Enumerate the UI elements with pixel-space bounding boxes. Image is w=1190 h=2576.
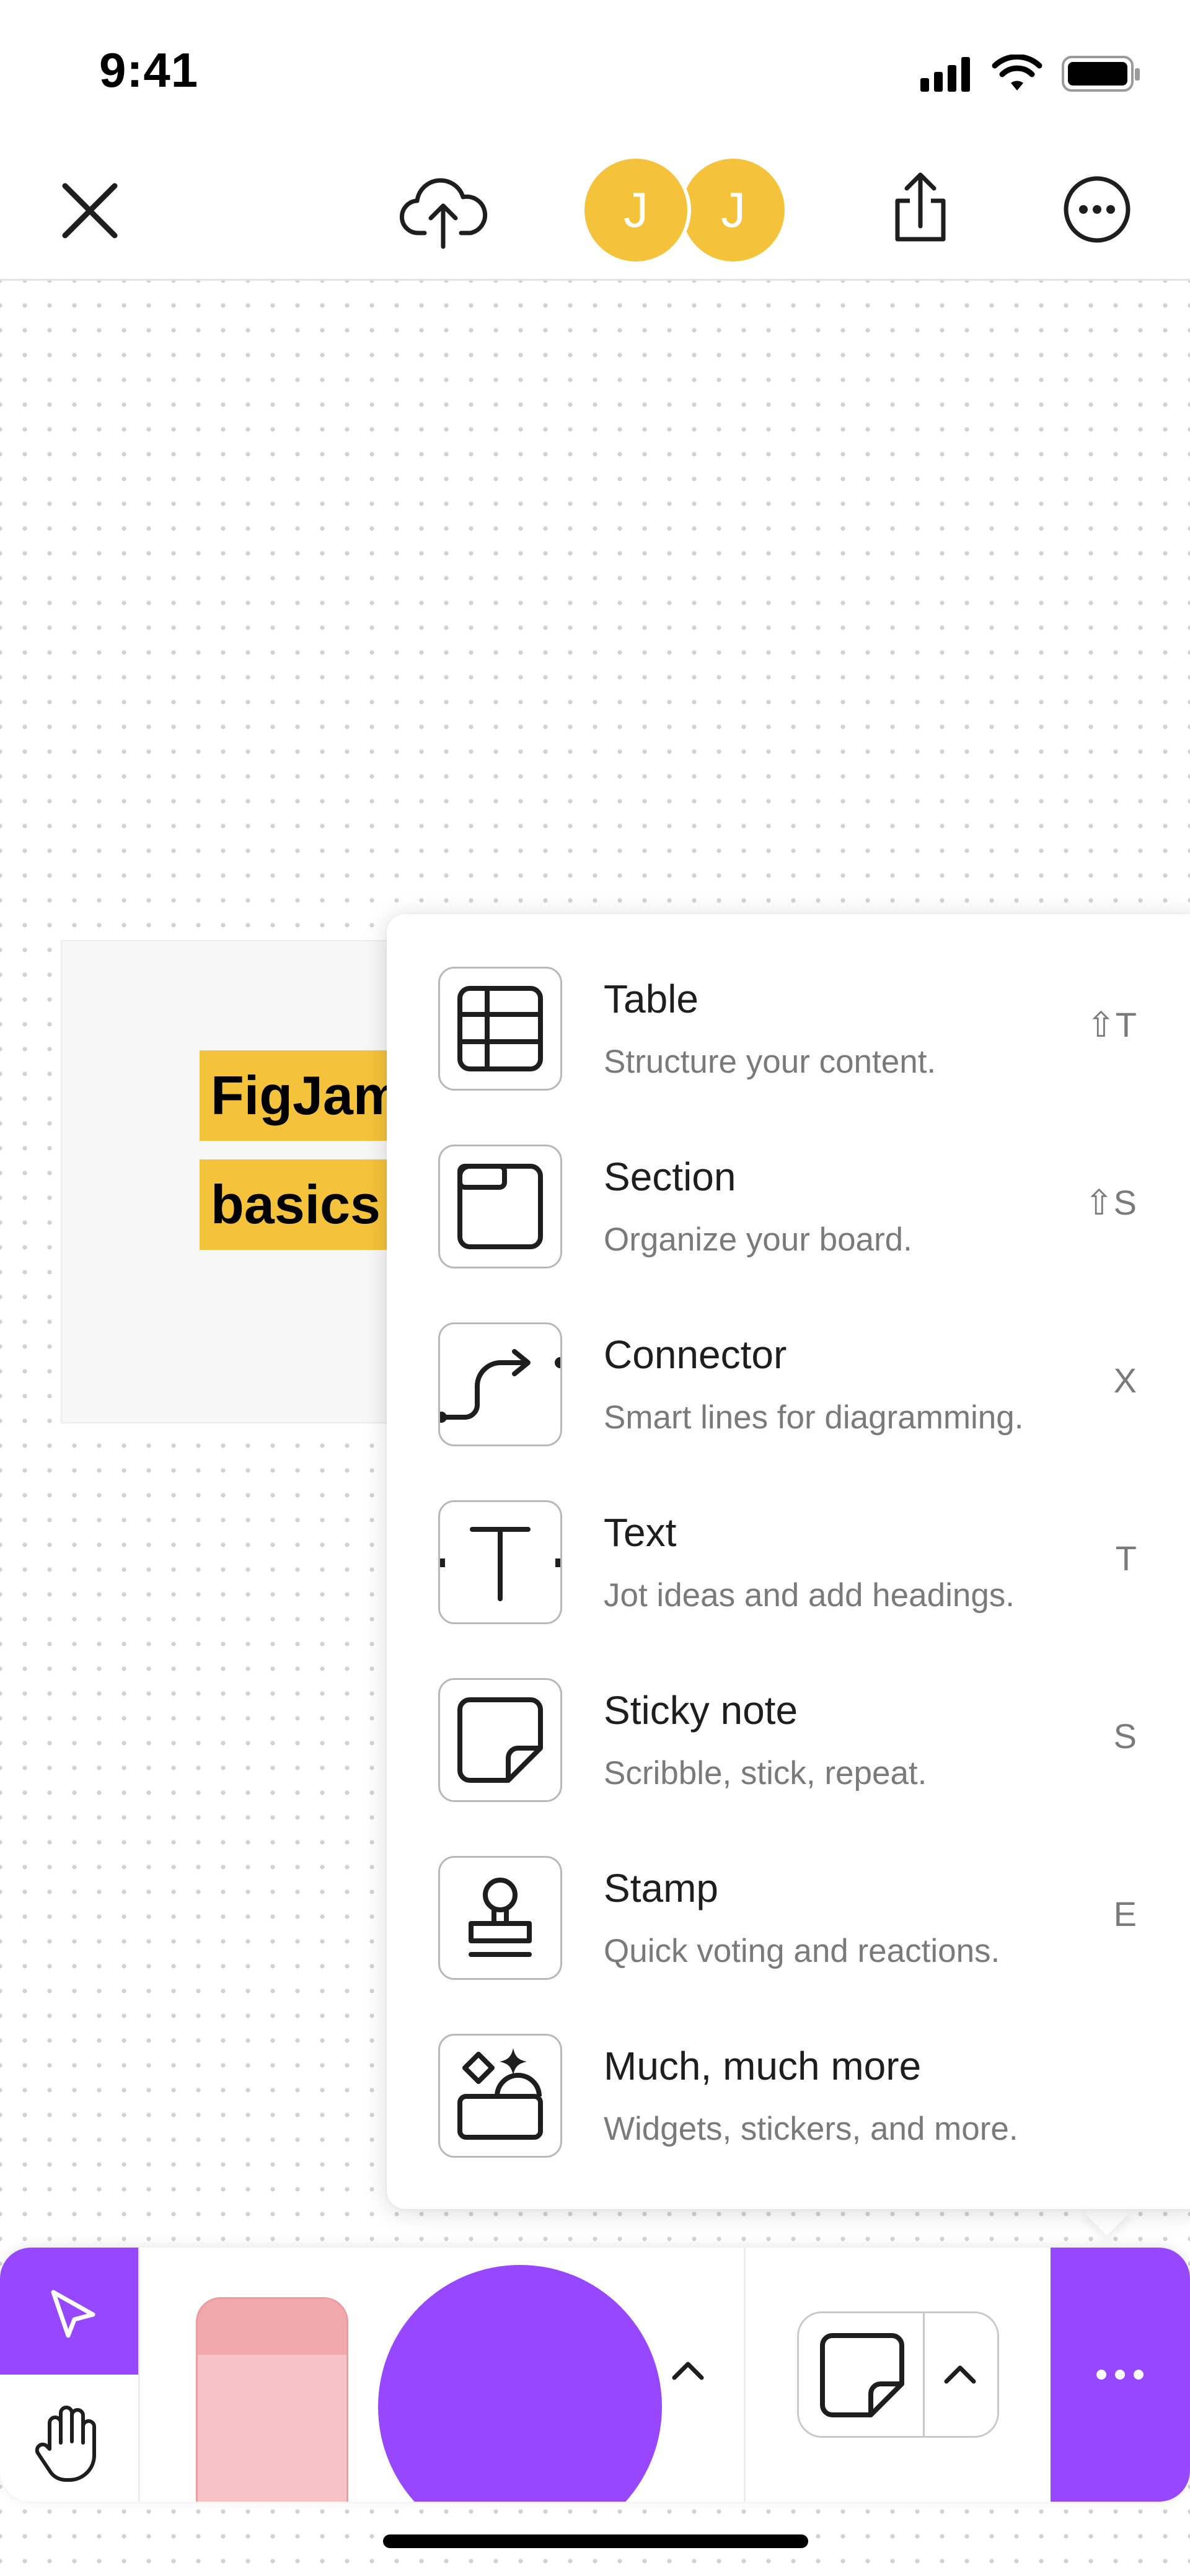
select-tool[interactable] <box>0 2248 140 2375</box>
more-icon[interactable] <box>1057 136 1137 279</box>
toolbar-divider <box>923 2313 925 2436</box>
avatar[interactable]: J <box>682 159 785 262</box>
battery-icon <box>1062 56 1140 92</box>
toolbar-divider <box>138 2248 140 2502</box>
menu-item-description: Smart lines for diagramming. <box>604 1399 1024 1436</box>
connector-icon <box>438 1322 562 1446</box>
chevron-up-icon[interactable] <box>663 2347 713 2396</box>
bottom-toolbar <box>0 2248 1190 2502</box>
menu-item-title: Text <box>604 1510 677 1555</box>
menu-item-shortcut: T <box>1115 1539 1137 1578</box>
insert-menu: Table Structure your content. ⇧T Section… <box>387 914 1190 2209</box>
toolbar-divider <box>744 2248 746 2502</box>
hand-icon <box>35 2406 96 2482</box>
frame-label[interactable]: basics <box>200 1159 410 1250</box>
menu-item-stamp[interactable]: Stamp Quick voting and reactions. E <box>387 1803 1190 1981</box>
stamp-icon <box>438 1856 562 1980</box>
more-tools-button[interactable] <box>1051 2248 1190 2502</box>
menu-item-shortcut: ⇧T <box>1086 1005 1137 1044</box>
shapes-more-icon <box>438 2034 562 2158</box>
close-icon[interactable] <box>50 136 130 279</box>
sticky-note-tool[interactable] <box>797 2311 999 2438</box>
menu-item-description: Jot ideas and add headings. <box>604 1577 1015 1614</box>
menu-item-title: Connector <box>604 1332 787 1377</box>
color-circle[interactable] <box>378 2265 662 2502</box>
more-icon <box>1096 2370 1144 2380</box>
table-icon <box>438 967 562 1091</box>
menu-item-title: Table <box>604 977 699 1021</box>
sticky-note-icon <box>820 2333 904 2417</box>
menu-item-section[interactable]: Section Organize your board. ⇧S <box>387 1092 1190 1270</box>
menu-item-shortcut: ⇧S <box>1084 1183 1137 1222</box>
menu-item-more[interactable]: Much, much more Widgets, stickers, and m… <box>387 1981 1190 2159</box>
avatar-initial: J <box>721 182 746 237</box>
frame-label[interactable]: FigJam <box>200 1050 410 1141</box>
share-icon[interactable] <box>880 136 961 279</box>
wifi-icon <box>992 54 1042 90</box>
hand-tool[interactable] <box>0 2375 140 2502</box>
home-indicator <box>383 2534 808 2548</box>
menu-item-sticky-note[interactable]: Sticky note Scribble, stick, repeat. S <box>387 1625 1190 1803</box>
menu-item-title: Section <box>604 1154 736 1199</box>
menu-item-shortcut: E <box>1113 1894 1137 1933</box>
text-icon <box>438 1500 562 1624</box>
board-frame[interactable]: FigJam basics <box>61 940 410 1423</box>
eraser-tool[interactable] <box>196 2297 348 2502</box>
menu-item-description: Structure your content. <box>604 1044 937 1080</box>
figjam-screen: 9:41 J J FigJam basics Table Structure y… <box>0 0 1190 2576</box>
avatar[interactable]: J <box>584 159 687 262</box>
top-toolbar: J J <box>0 136 1190 281</box>
menu-item-description: Scribble, stick, repeat. <box>604 1755 927 1791</box>
status-time: 9:41 <box>99 43 199 97</box>
avatar-initial: J <box>624 182 648 237</box>
menu-item-shortcut: S <box>1113 1717 1137 1756</box>
menu-item-title: Stamp <box>604 1866 718 1910</box>
signal-icon <box>920 57 970 92</box>
status-icons <box>920 54 1144 92</box>
menu-item-shortcut: X <box>1113 1361 1137 1400</box>
menu-item-table[interactable]: Table Structure your content. ⇧T <box>387 914 1190 1092</box>
cloud-upload-icon[interactable] <box>397 136 490 279</box>
chevron-up-icon[interactable] <box>929 2349 991 2399</box>
menu-item-text[interactable]: Text Jot ideas and add headings. T <box>387 1448 1190 1625</box>
menu-item-description: Widgets, stickers, and more. <box>604 2111 1018 2147</box>
cursor-icon <box>51 2290 95 2338</box>
sticky-note-icon <box>438 1678 562 1802</box>
menu-item-title: Sticky note <box>604 1688 798 1733</box>
section-icon <box>438 1145 562 1268</box>
menu-item-description: Quick voting and reactions. <box>604 1933 1000 1969</box>
menu-item-connector[interactable]: Connector Smart lines for diagramming. X <box>387 1270 1190 1448</box>
menu-item-description: Organize your board. <box>604 1221 912 1258</box>
menu-item-title: Much, much more <box>604 2044 922 2088</box>
